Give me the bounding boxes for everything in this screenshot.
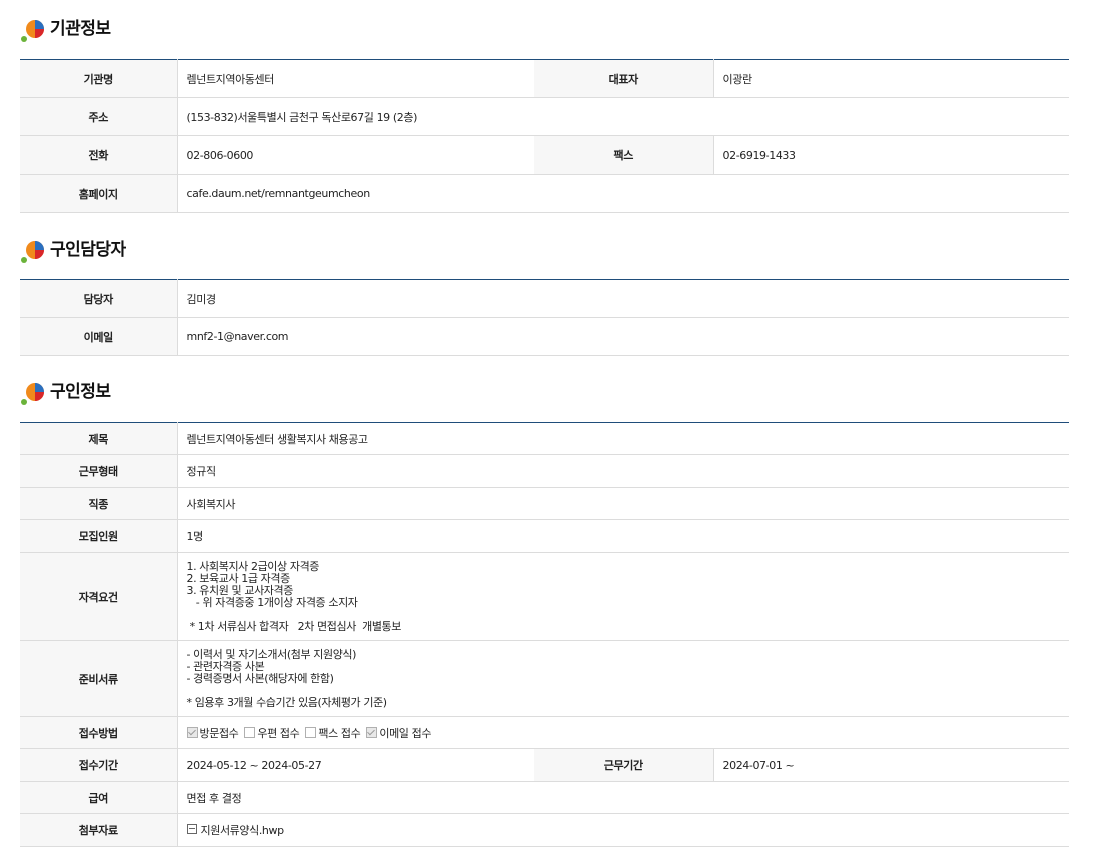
ceo-value: 이광란	[713, 59, 1069, 98]
qual-value: 1. 사회복지사 2급이상 자격증 2. 보육교사 1급 자격증 3. 유치원 …	[177, 552, 1070, 641]
table-row: 접수방법 방문접수 우편 접수 팩스 접수 이메일 접수	[20, 716, 1070, 749]
count-value: 1명	[177, 519, 1070, 553]
method-option-label: 우편 접수	[257, 726, 300, 740]
job-table: 제목 렘넌트지역아동센터 생활복지사 채용공고 근무형태 정규직 직종 사회복지…	[20, 422, 1070, 847]
method-option-label: 팩스 접수	[318, 726, 361, 740]
person-value: 김미경	[177, 279, 1069, 318]
email-value[interactable]: mnf2-1@naver.com	[177, 317, 1069, 356]
method-value: 방문접수 우편 접수 팩스 접수 이메일 접수	[177, 716, 1070, 749]
method-label: 접수방법	[20, 716, 178, 749]
table-row: 첨부자료 지원서류양식.hwp	[20, 813, 1070, 847]
table-row: 제목 렘넌트지역아동센터 생활복지사 채용공고	[20, 422, 1070, 455]
logo-icon	[21, 20, 44, 42]
table-row: 근무형태 정규직	[20, 454, 1070, 488]
person-label: 담당자	[20, 279, 178, 318]
checkbox-icon	[366, 726, 378, 738]
checkbox-icon	[186, 726, 198, 738]
checkbox-icon	[244, 726, 256, 738]
fax-label: 팩스	[534, 135, 714, 175]
section-title-job: 구인정보	[20, 381, 111, 405]
work-label: 근무기간	[534, 748, 714, 782]
addr-value: (153-832)서울특별시 금천구 독산로67길 19 (2층)	[177, 97, 1069, 136]
method-option-label: 이메일 접수	[379, 726, 432, 740]
section-title-text: 기관정보	[50, 19, 111, 39]
table-row: 홈페이지 cafe.daum.net/remnantgeumcheon	[20, 174, 1069, 213]
attachment-icon	[186, 824, 197, 834]
logo-icon	[21, 383, 44, 405]
method-email-checkbox[interactable]: 이메일 접수	[366, 725, 431, 741]
subject-label: 제목	[20, 422, 178, 455]
tel-label: 전화	[20, 135, 178, 175]
file-value: 지원서류양식.hwp	[177, 813, 1070, 847]
pay-value: 면접 후 결정	[177, 781, 1070, 814]
file-link[interactable]: 지원서류양식.hwp	[201, 824, 285, 837]
method-option-label: 방문접수	[199, 726, 239, 740]
docs-label: 준비서류	[20, 640, 178, 717]
table-row: 주소 (153-832)서울특별시 금천구 독산로67길 19 (2층)	[20, 97, 1069, 136]
section-title-org: 기관정보	[20, 18, 111, 42]
web-value[interactable]: cafe.daum.net/remnantgeumcheon	[177, 174, 1069, 213]
org-name-label: 기관명	[20, 59, 178, 98]
section-title-text: 구인담당자	[50, 240, 126, 260]
ceo-label: 대표자	[534, 59, 714, 98]
org-name-value: 렘넌트지역아동센터	[177, 59, 534, 98]
table-row: 이메일 mnf2-1@naver.com	[20, 317, 1069, 356]
table-row: 접수기간 2024-05-12 ~ 2024-05-27 근무기간 2024-0…	[20, 748, 1070, 782]
qual-label: 자격요건	[20, 552, 178, 641]
job-value: 사회복지사	[177, 487, 1070, 520]
type-label: 근무형태	[20, 454, 178, 488]
table-row: 기관명 렘넌트지역아동센터 대표자 이광란	[20, 59, 1069, 98]
org-table: 기관명 렘넌트지역아동센터 대표자 이광란 주소 (153-832)서울특별시 …	[20, 59, 1069, 213]
docs-value: - 이력서 및 자기소개서(첨부 지원양식) - 관련자격증 사본 - 경력증명…	[177, 640, 1070, 717]
table-row: 준비서류 - 이력서 및 자기소개서(첨부 지원양식) - 관련자격증 사본 -…	[20, 640, 1070, 717]
tel-value: 02-806-0600	[177, 135, 534, 175]
file-label: 첨부자료	[20, 813, 178, 847]
table-row: 모집인원 1명	[20, 519, 1070, 553]
method-visit-checkbox[interactable]: 방문접수	[186, 725, 239, 741]
period-value: 2024-05-12 ~ 2024-05-27	[177, 748, 534, 782]
section-title-text: 구인정보	[50, 382, 111, 402]
table-row: 직종 사회복지사	[20, 487, 1070, 520]
pay-label: 급여	[20, 781, 178, 814]
method-post-checkbox[interactable]: 우편 접수	[244, 725, 300, 741]
period-label: 접수기간	[20, 748, 178, 782]
checkbox-icon	[305, 726, 317, 738]
table-row: 담당자 김미경	[20, 279, 1069, 318]
job-label: 직종	[20, 487, 178, 520]
contact-table: 담당자 김미경 이메일 mnf2-1@naver.com	[20, 279, 1069, 356]
table-row: 자격요건 1. 사회복지사 2급이상 자격증 2. 보육교사 1급 자격증 3.…	[20, 552, 1070, 641]
email-label: 이메일	[20, 317, 178, 356]
web-label: 홈페이지	[20, 174, 178, 213]
subject-value: 렘넌트지역아동센터 생활복지사 채용공고	[177, 422, 1070, 455]
type-value: 정규직	[177, 454, 1070, 488]
logo-icon	[21, 241, 44, 263]
table-row: 급여 면접 후 결정	[20, 781, 1070, 814]
section-title-contact: 구인담당자	[20, 239, 126, 263]
method-fax-checkbox[interactable]: 팩스 접수	[305, 725, 361, 741]
fax-value: 02-6919-1433	[713, 135, 1069, 175]
addr-label: 주소	[20, 97, 178, 136]
count-label: 모집인원	[20, 519, 178, 553]
table-row: 전화 02-806-0600 팩스 02-6919-1433	[20, 135, 1069, 175]
work-value: 2024-07-01 ~	[713, 748, 1070, 782]
